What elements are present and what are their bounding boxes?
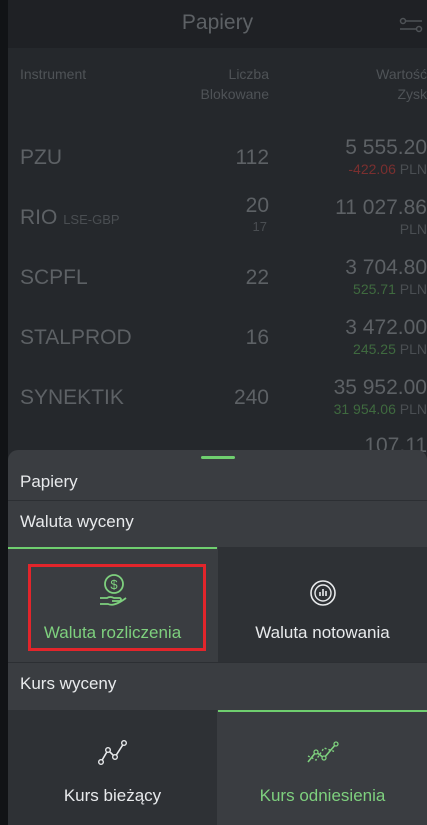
papiery-screen: Papiery Instrument Liczba Blokowane Wart…	[8, 0, 427, 825]
divider	[8, 662, 427, 663]
section-valuation-currency: Waluta wyceny	[8, 502, 427, 542]
column-qty[interactable]: Liczba	[229, 66, 269, 82]
sheet-drag-handle[interactable]	[201, 456, 235, 459]
instrument-name: STALPROD	[20, 326, 132, 349]
option-reference-rate[interactable]: Kurs odniesienia	[218, 710, 427, 825]
instrument-name: PZU	[20, 146, 62, 169]
table-row[interactable]: PZU 112 5 555.20 -422.06 PLN	[8, 132, 427, 192]
line-chart-dashed-icon	[307, 741, 339, 763]
value: 3 704.80	[345, 256, 427, 279]
divider	[8, 500, 427, 501]
line-chart-icon	[98, 740, 128, 766]
instrument-name: SYNEKTIK	[20, 386, 124, 409]
blocked-quantity: 17	[252, 219, 267, 234]
option-label: Kurs bieżący	[63, 786, 162, 805]
active-indicator	[8, 547, 217, 549]
value: 35 952.00	[333, 376, 427, 399]
active-indicator	[218, 710, 427, 712]
chart-circle-icon	[310, 580, 336, 606]
top-bar: Papiery	[8, 0, 427, 48]
quantity: 20	[245, 194, 269, 217]
option-label: Kurs odniesienia	[259, 786, 386, 805]
table-row[interactable]: SYNEKTIK 240 35 952.00 31 954.06 PLN	[8, 372, 427, 432]
column-blocked: Blokowane	[200, 86, 270, 102]
filter-icon[interactable]	[399, 16, 423, 34]
profit: 31 954.06 PLN	[333, 401, 427, 417]
sheet-title: Papiery	[8, 462, 427, 500]
section-label: Kurs wyceny	[20, 674, 117, 693]
quantity: 22	[245, 266, 269, 289]
profit: 245.25 PLN	[353, 341, 427, 357]
value: 3 472.00	[345, 316, 427, 339]
value: 11 027.86	[335, 196, 427, 219]
quantity: 16	[245, 326, 269, 349]
instrument-name: SCPFL	[20, 266, 88, 289]
column-instrument[interactable]: Instrument	[20, 66, 86, 82]
option-current-rate[interactable]: Kurs bieżący	[8, 710, 217, 825]
table-row[interactable]: SCPFL 22 3 704.80 525.71 PLN	[8, 252, 427, 312]
value: 5 555.20	[345, 136, 427, 159]
option-quotation-currency[interactable]: Waluta notowania	[218, 547, 427, 662]
section-label: Waluta wyceny	[20, 512, 134, 531]
column-profit: Zysk	[397, 86, 427, 102]
table-row[interactable]: STALPROD 16 3 472.00 245.25 PLN	[8, 312, 427, 372]
page-title: Papiery	[181, 11, 254, 34]
column-value[interactable]: Wartość	[376, 66, 427, 82]
sheet-title-label: Papiery	[20, 472, 78, 491]
quantity: 240	[233, 386, 269, 409]
table-row[interactable]: RIO LSE-GBP 20 17 11 027.86 PLN	[8, 192, 427, 252]
profit: 525.71 PLN	[353, 281, 427, 297]
instrument-name: RIO LSE-GBP	[20, 206, 120, 229]
quantity: 112	[235, 146, 269, 169]
profit: -422.06 PLN	[348, 161, 427, 177]
section-valuation-rate: Kurs wyceny	[8, 664, 427, 704]
profit: PLN	[399, 221, 427, 237]
option-label: Waluta notowania	[255, 623, 390, 642]
highlight-box	[28, 564, 206, 651]
